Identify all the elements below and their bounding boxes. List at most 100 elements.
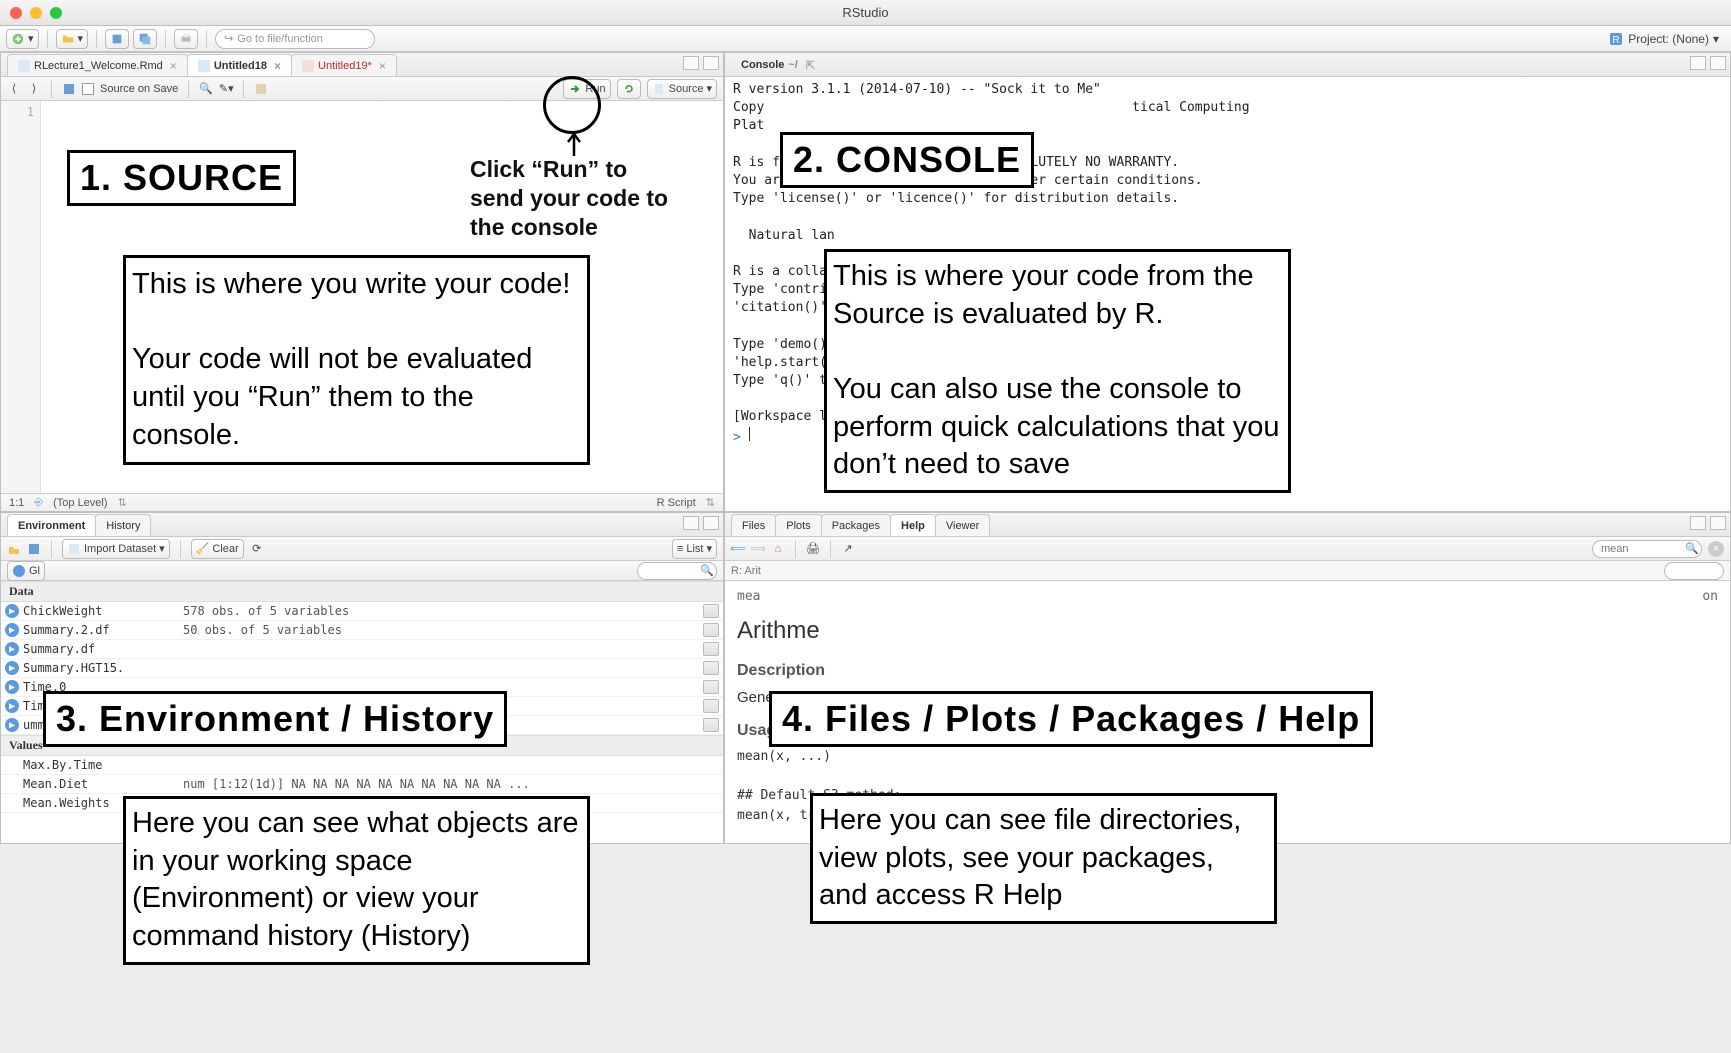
maximize-pane-button[interactable] <box>703 516 719 530</box>
window-minimize-button[interactable] <box>30 7 42 19</box>
help-heading: Arithme <box>737 613 1718 649</box>
data-grid-icon[interactable] <box>703 718 719 732</box>
import-dataset-button[interactable]: Import Dataset▾ <box>62 539 170 559</box>
help-forward-icon[interactable]: ⟹ <box>751 542 765 556</box>
popout-icon[interactable]: ⇱ <box>806 59 815 72</box>
tab-plots[interactable]: Plots <box>775 514 821 536</box>
annotation-source-text: This is where you write your code! Your … <box>123 255 590 465</box>
source-on-save-checkbox[interactable] <box>82 83 94 95</box>
print-button[interactable] <box>174 29 198 49</box>
tab-files[interactable]: Files <box>731 514 776 536</box>
viewmode-button[interactable]: ≡ List▾ <box>672 539 717 559</box>
window-close-button[interactable] <box>10 7 22 19</box>
minimize-pane-button[interactable] <box>1690 56 1706 70</box>
tab-help[interactable]: Help <box>890 514 936 536</box>
close-icon[interactable]: × <box>170 59 177 73</box>
annotation-text: Here you can see file directories, view … <box>819 802 1268 915</box>
project-menu-button[interactable]: R Project: (None) ▾ <box>1602 31 1725 47</box>
forward-icon[interactable]: ⟩ <box>27 82 41 96</box>
env-row[interactable]: Max.By.Time <box>1 756 723 775</box>
maximize-pane-button[interactable] <box>1710 516 1726 530</box>
notebook-icon[interactable] <box>254 82 268 96</box>
env-search-input[interactable]: 🔍 <box>637 562 717 580</box>
env-row[interactable]: ▶ChickWeight578 obs. of 5 variables <box>1 602 723 621</box>
find-in-topic-input[interactable] <box>1664 562 1724 580</box>
scope-label[interactable]: (Top Level) <box>53 497 107 509</box>
env-row[interactable]: ▶Summary.df <box>1 640 723 659</box>
tab-label: History <box>106 520 140 532</box>
rmd-file-icon <box>18 60 30 72</box>
maximize-pane-button[interactable] <box>703 56 719 70</box>
help-home-icon[interactable]: ⌂ <box>771 542 785 556</box>
refresh-icon[interactable]: ⟳ <box>250 542 264 556</box>
help-back-icon[interactable]: ⟸ <box>731 542 745 556</box>
annotation-console-text: This is where your code from the Source … <box>824 249 1291 493</box>
data-grid-icon[interactable] <box>703 642 719 656</box>
source-tab-0[interactable]: RLecture1_Welcome.Rmd × <box>7 54 188 76</box>
clear-search-button[interactable]: × <box>1708 541 1724 557</box>
clear-button[interactable]: 🧹 Clear <box>191 539 244 559</box>
global-env-button[interactable]: Gl <box>7 561 45 581</box>
expand-icon[interactable]: ▶ <box>5 661 19 675</box>
annotation-text: 1. SOURCE <box>80 157 283 199</box>
run-arrow-annotation <box>564 128 584 158</box>
env-var-desc: 578 obs. of 5 variables <box>183 604 703 618</box>
expand-icon[interactable]: ▶ <box>5 680 19 694</box>
data-grid-icon[interactable] <box>703 680 719 694</box>
tab-label: Files <box>742 520 765 532</box>
tab-label: Plots <box>786 520 810 532</box>
expand-icon[interactable]: ▶ <box>5 718 19 732</box>
window-maximize-button[interactable] <box>50 7 62 19</box>
run-button[interactable]: Run <box>563 79 610 99</box>
env-row[interactable]: ▶Summary.2.df50 obs. of 5 variables <box>1 621 723 640</box>
expand-icon[interactable]: ▶ <box>5 604 19 618</box>
help-breadcrumb-bar: R: Arit <box>725 561 1730 581</box>
save-workspace-icon[interactable] <box>27 542 41 556</box>
r-icon <box>12 564 26 578</box>
source-tab-1[interactable]: Untitled18 × <box>187 54 292 76</box>
minimize-pane-button[interactable] <box>683 56 699 70</box>
save-icon[interactable] <box>62 82 76 96</box>
save-button[interactable] <box>105 29 129 49</box>
tab-history[interactable]: History <box>95 514 151 536</box>
maximize-pane-button[interactable] <box>1710 56 1726 70</box>
popout-icon[interactable]: ↗ <box>841 542 855 556</box>
data-grid-icon[interactable] <box>703 623 719 637</box>
source-tab-2[interactable]: Untitled19* × <box>291 54 397 76</box>
load-workspace-icon[interactable] <box>7 542 21 556</box>
data-grid-icon[interactable] <box>703 699 719 713</box>
data-grid-icon[interactable] <box>703 604 719 618</box>
console-tab[interactable]: Console ~/ ⇱ <box>731 54 825 76</box>
save-all-button[interactable] <box>133 29 157 49</box>
help-search-input[interactable]: mean 🔍 <box>1592 540 1702 558</box>
annotation-text: This is where you write your code! Your … <box>132 266 581 454</box>
expand-icon[interactable]: ▶ <box>5 699 19 713</box>
minimize-pane-button[interactable] <box>1690 516 1706 530</box>
expand-icon[interactable]: ▶ <box>5 642 19 656</box>
source-button[interactable]: Source ▾ <box>647 79 717 99</box>
environment-tabs: Environment History <box>1 513 723 537</box>
print-icon[interactable]: 🖨 <box>806 542 820 556</box>
wand-icon[interactable]: ✎▾ <box>219 82 233 96</box>
filetype-label[interactable]: R Script <box>657 497 696 509</box>
minimize-pane-button[interactable] <box>683 516 699 530</box>
tab-packages[interactable]: Packages <box>821 514 891 536</box>
editor-gutter: 1 <box>1 101 41 493</box>
back-icon[interactable]: ⟨ <box>7 82 21 96</box>
tab-viewer[interactable]: Viewer <box>935 514 990 536</box>
main-toolbar: ▾ ▾ ↪ Go to file/function R Project: (No… <box>0 26 1731 52</box>
open-file-button[interactable]: ▾ <box>56 29 89 49</box>
close-icon[interactable]: × <box>379 59 386 73</box>
rerun-icon <box>622 82 636 96</box>
rerun-button[interactable] <box>617 79 641 99</box>
expand-icon[interactable]: ▶ <box>5 623 19 637</box>
close-icon[interactable]: × <box>274 59 281 73</box>
new-file-icon <box>11 32 25 46</box>
find-icon[interactable]: 🔍 <box>199 82 213 96</box>
data-grid-icon[interactable] <box>703 661 719 675</box>
tab-environment[interactable]: Environment <box>7 514 96 536</box>
env-row[interactable]: ▶Summary.HGT15. <box>1 659 723 678</box>
new-file-button[interactable]: ▾ <box>6 29 39 49</box>
env-row[interactable]: Mean.Dietnum [1:12(1d)] NA NA NA NA NA N… <box>1 775 723 794</box>
goto-file-function-input[interactable]: ↪ Go to file/function <box>215 29 375 49</box>
